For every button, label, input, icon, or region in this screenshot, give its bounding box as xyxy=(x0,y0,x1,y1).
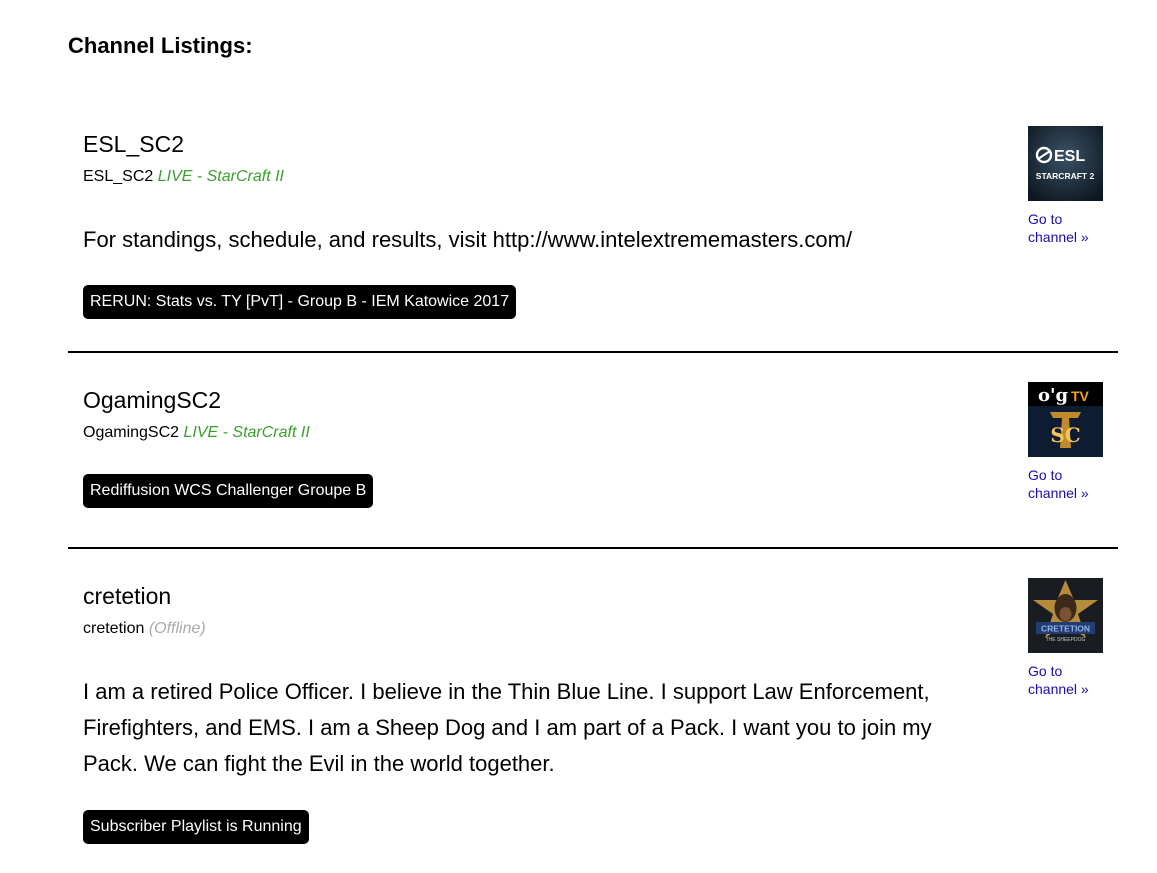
live-status: LIVE - StarCraft II xyxy=(183,424,310,441)
go-to-channel-link[interactable]: Go to channel » xyxy=(1028,210,1108,246)
stream-title-badge: RERUN: Stats vs. TY [PvT] - Group B - IE… xyxy=(83,285,517,319)
offline-status: (Offline) xyxy=(148,620,206,637)
channel-sub-name: ESL_SC2 xyxy=(83,168,154,185)
svg-text:o'g: o'g xyxy=(1038,385,1069,406)
channel-status-line: ESL_SC2 LIVE - StarCraft II xyxy=(83,167,284,187)
channel-listing-esl-sc2: ESL_SC2 ESL_SC2 LIVE - StarCraft II For … xyxy=(68,126,1118,329)
stream-title-badge: Rediffusion WCS Challenger Groupe B xyxy=(83,474,374,508)
live-status: LIVE - StarCraft II xyxy=(157,168,284,185)
stream-title-badge: Subscriber Playlist is Running xyxy=(83,810,309,844)
channel-name[interactable]: OgamingSC2 xyxy=(83,385,221,415)
channel-divider xyxy=(68,547,1118,549)
page-heading: Channel Listings: xyxy=(68,33,253,58)
svg-text:CRETETION: CRETETION xyxy=(1041,624,1090,634)
svg-text:TV: TV xyxy=(1071,388,1090,404)
channel-sub-name: OgamingSC2 xyxy=(83,424,180,441)
channel-divider xyxy=(68,351,1118,353)
channel-description: For standings, schedule, and results, vi… xyxy=(83,227,853,252)
svg-text:ESL: ESL xyxy=(1054,148,1085,165)
go-to-channel-link[interactable]: Go to channel » xyxy=(1028,466,1108,502)
channel-name[interactable]: cretetion xyxy=(83,581,171,611)
channel-description: I am a retired Police Officer. I believe… xyxy=(83,679,932,776)
channel-thumbnail-esl[interactable]: ESL STARCRAFT 2 xyxy=(1028,126,1103,201)
svg-text:THE SHEEPDOG: THE SHEEPDOG xyxy=(1046,637,1086,643)
channel-status-line: cretetion (Offline) xyxy=(83,619,206,639)
channel-status-line: OgamingSC2 LIVE - StarCraft II xyxy=(83,423,310,443)
channel-thumbnail-cretetion[interactable]: CRETETION THE SHEEPDOG xyxy=(1028,578,1103,653)
channel-listing-cretetion: cretetion cretetion (Offline) I am a ret… xyxy=(68,578,1118,846)
channel-listing-ogamingsc2: OgamingSC2 OgamingSC2 LIVE - StarCraft I… xyxy=(68,382,1118,515)
svg-text:STARCRAFT 2: STARCRAFT 2 xyxy=(1036,171,1095,181)
channel-sub-name: cretetion xyxy=(83,620,145,637)
channel-name[interactable]: ESL_SC2 xyxy=(83,129,184,159)
go-to-channel-link[interactable]: Go to channel » xyxy=(1028,662,1108,698)
channel-thumbnail-ogaming[interactable]: o'g TV SC xyxy=(1028,382,1103,457)
svg-text:SC: SC xyxy=(1050,423,1080,447)
